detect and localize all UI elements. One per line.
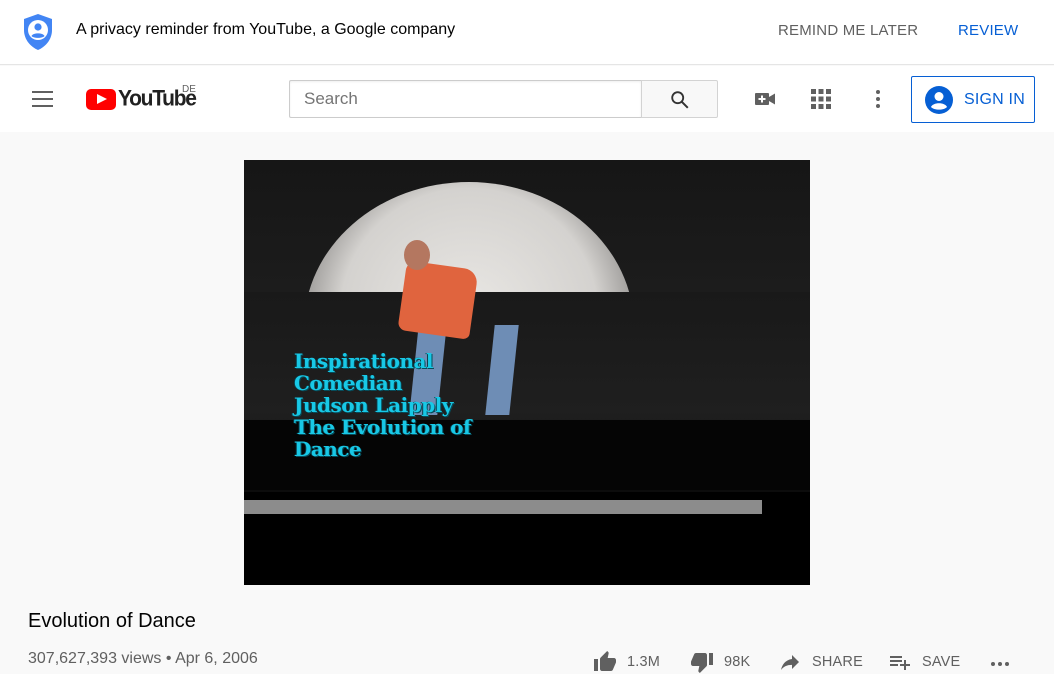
account-circle-icon (925, 86, 953, 114)
create-video-button[interactable] (749, 83, 781, 115)
thumb-up-icon (594, 651, 616, 671)
sign-in-label: SIGN IN (964, 91, 1025, 108)
video-caption-overlay: Inspirational Comedian Judson Laipply Th… (294, 349, 472, 461)
caption-line: The Evolution of (294, 415, 472, 439)
save-button[interactable]: SAVE (888, 650, 960, 674)
more-horiz-icon (991, 662, 1009, 666)
dancer-torso (397, 260, 479, 340)
save-label: SAVE (922, 654, 961, 670)
share-icon (781, 655, 799, 670)
caption-line: Judson Laipply (294, 393, 453, 417)
share-label: SHARE (812, 654, 863, 670)
caption-line: Inspirational (294, 349, 434, 373)
apps-button[interactable] (805, 83, 837, 115)
playlist-add-icon (890, 656, 910, 670)
upload-date: Apr 6, 2006 (175, 650, 258, 667)
search-icon (671, 91, 689, 109)
search-input[interactable] (290, 81, 641, 117)
privacy-banner: A privacy reminder from YouTube, a Googl… (0, 0, 1054, 65)
like-button[interactable]: 1.3M (593, 650, 660, 674)
like-count: 1.3M (627, 654, 661, 670)
progress-fill (244, 500, 762, 514)
caption-line: Comedian (294, 371, 403, 395)
apps-grid-icon (811, 89, 831, 109)
thumb-down-icon (691, 653, 713, 673)
settings-more-button[interactable] (862, 83, 894, 115)
search-box (289, 80, 641, 118)
youtube-logo-icon (86, 88, 116, 110)
more-vert-icon (876, 90, 880, 108)
review-button[interactable]: REVIEW (958, 22, 1018, 39)
more-actions-button[interactable] (988, 650, 1012, 674)
share-button[interactable]: SHARE (778, 650, 863, 674)
menu-button[interactable] (24, 82, 60, 116)
shield-user-icon (24, 14, 52, 50)
search-button[interactable] (641, 80, 718, 118)
view-count: 307,627,393 views (28, 650, 162, 667)
country-code: DE (182, 84, 196, 95)
youtube-logo[interactable]: YouTube DE (86, 84, 197, 112)
dislike-button[interactable]: 98K (690, 650, 750, 674)
privacy-message: A privacy reminder from YouTube, a Googl… (76, 21, 456, 38)
dancer-head (404, 240, 430, 270)
remind-me-later-button[interactable]: REMIND ME LATER (778, 22, 918, 39)
dislike-count: 98K (724, 654, 751, 670)
meta-separator: • (165, 650, 172, 667)
sign-in-button[interactable]: SIGN IN (911, 76, 1035, 123)
caption-line: Dance (294, 437, 362, 461)
progress-bar[interactable] (244, 500, 810, 514)
masthead: YouTube DE Search SIGN IN (0, 66, 1054, 132)
create-video-icon (755, 93, 775, 105)
video-meta: 307,627,393 views • Apr 6, 2006 (28, 650, 258, 668)
video-player[interactable]: Inspirational Comedian Judson Laipply Th… (244, 160, 810, 585)
video-title: Evolution of Dance (28, 610, 196, 632)
